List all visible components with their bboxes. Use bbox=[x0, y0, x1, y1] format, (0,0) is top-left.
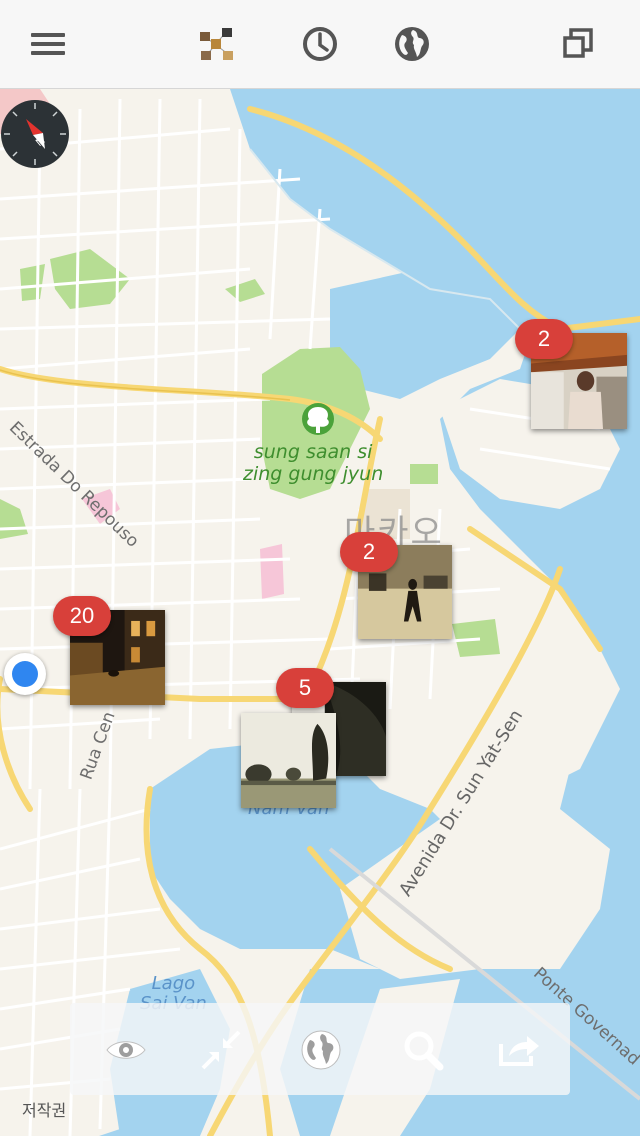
collapse-arrows-icon bbox=[201, 1030, 241, 1070]
photo-cluster-4[interactable] bbox=[241, 713, 336, 808]
compass-icon[interactable]: N bbox=[0, 99, 70, 169]
clock-icon bbox=[303, 27, 337, 61]
share-icon bbox=[499, 1036, 539, 1066]
copyright-label[interactable]: 저작권 bbox=[22, 1097, 66, 1121]
search-icon bbox=[404, 1031, 444, 1071]
cluster-count-badge: 5 bbox=[276, 668, 334, 708]
eye-icon bbox=[106, 1041, 146, 1059]
menu-button[interactable] bbox=[26, 22, 70, 66]
map-view[interactable]: sung saan si zing gung jyun 마카오 Estrada … bbox=[0, 89, 640, 1136]
cluster-count-badge: 2 bbox=[515, 319, 573, 359]
history-button[interactable] bbox=[298, 22, 342, 66]
search-button[interactable] bbox=[400, 1027, 446, 1073]
photo-trees-silhouette bbox=[241, 713, 336, 808]
photo-collage-button[interactable] bbox=[194, 22, 238, 66]
cluster-count-badge: 20 bbox=[53, 596, 111, 636]
cluster-count-badge: 2 bbox=[340, 532, 398, 572]
top-bar bbox=[0, 0, 640, 89]
current-location-dot bbox=[4, 653, 46, 695]
share-button[interactable] bbox=[496, 1027, 542, 1073]
park-label: sung saan si zing gung jyun bbox=[243, 441, 384, 485]
globe-icon bbox=[301, 1030, 341, 1070]
view-button[interactable] bbox=[103, 1027, 149, 1073]
globe-button[interactable] bbox=[390, 22, 434, 66]
photo-collage-thumbnail bbox=[200, 28, 233, 60]
globe-button[interactable] bbox=[298, 1027, 344, 1073]
globe-icon bbox=[395, 27, 429, 61]
hamburger-icon bbox=[31, 33, 65, 55]
overlap-squares-icon bbox=[563, 28, 593, 58]
window-button[interactable] bbox=[556, 22, 600, 66]
collapse-button[interactable] bbox=[198, 1027, 244, 1073]
bottom-toolbar bbox=[70, 1003, 570, 1095]
